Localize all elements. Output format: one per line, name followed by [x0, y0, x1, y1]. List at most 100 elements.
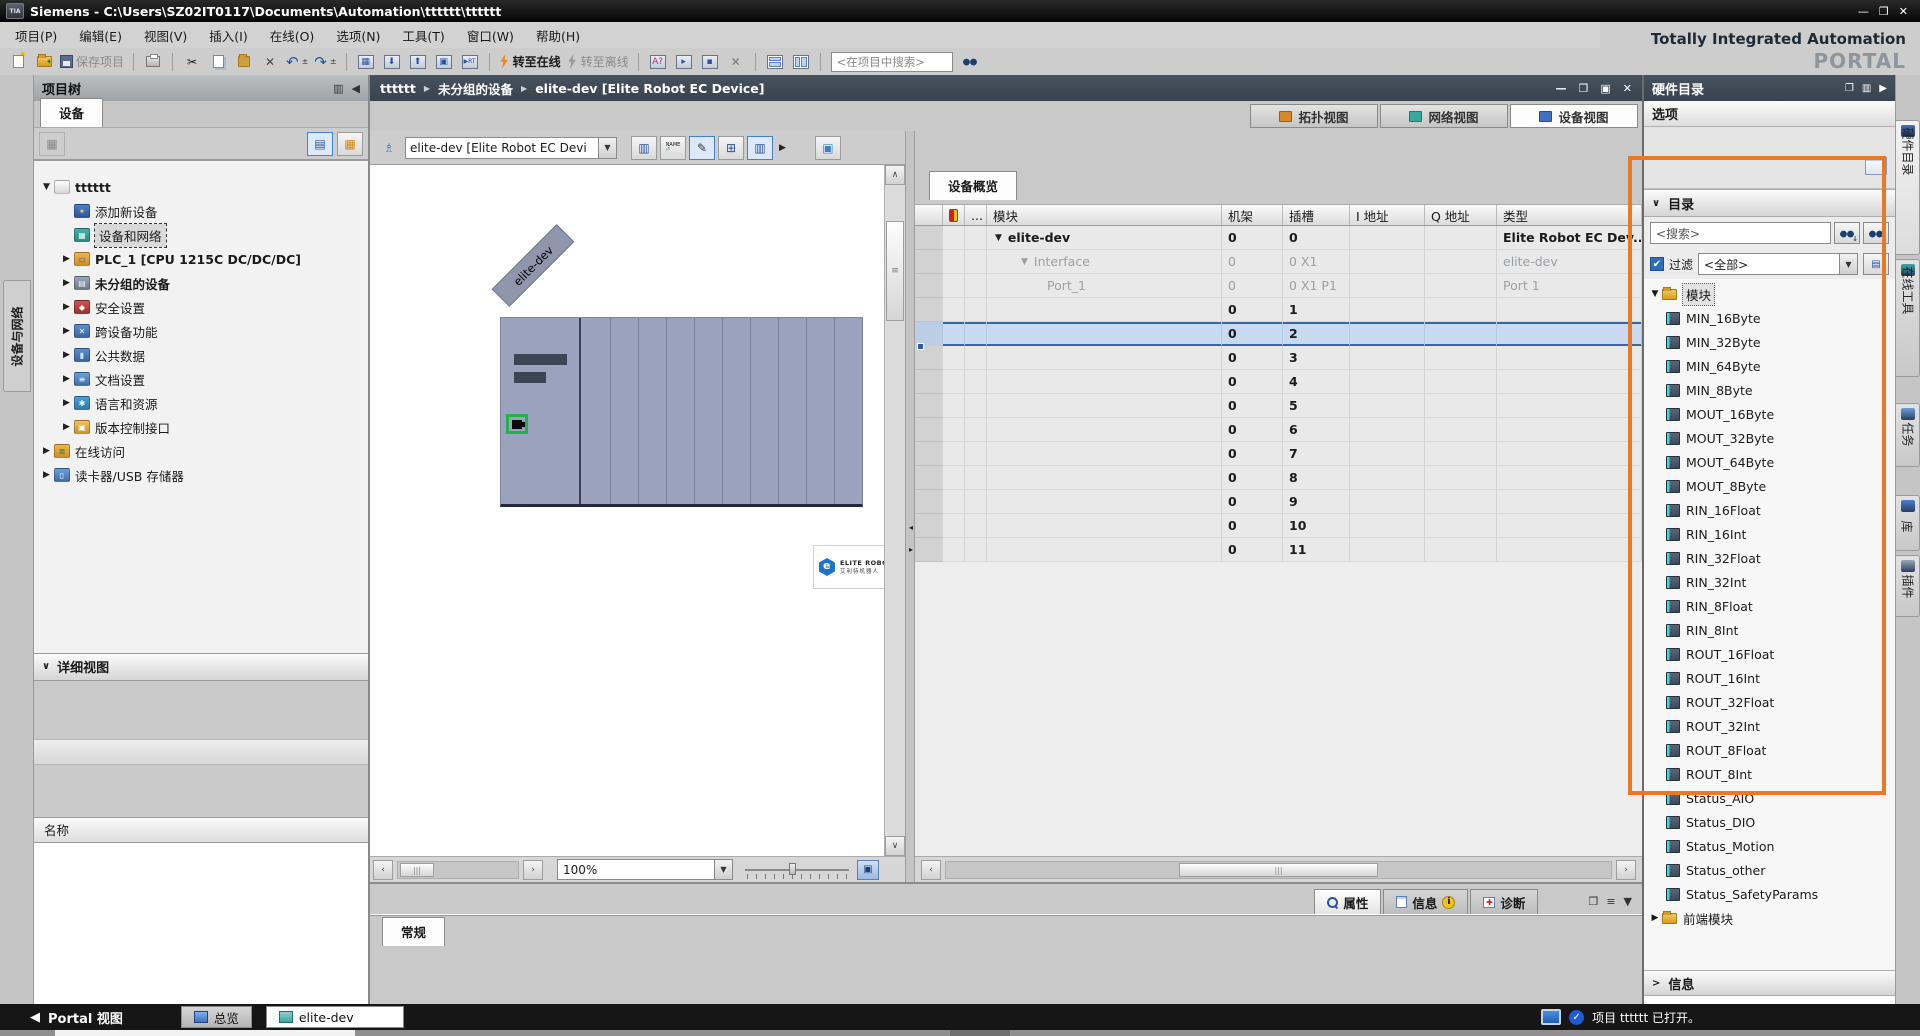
row-handle[interactable]	[915, 394, 943, 418]
fit-to-window-button[interactable]: ▣	[857, 860, 879, 880]
catalog-module-MOUT_8Byte[interactable]: MOUT_8Byte	[1644, 474, 1895, 498]
tab-network-view[interactable]: 网络视图	[1380, 104, 1508, 128]
splitter-collapse-left-icon[interactable]: ◂	[906, 523, 916, 532]
cross-reference-button[interactable]: ✕	[724, 51, 748, 73]
catalog-module-MIN_8Byte[interactable]: MIN_8Byte	[1644, 378, 1895, 402]
device-selector-arrow-icon[interactable]: ▼	[598, 138, 616, 158]
zoom-slider[interactable]	[745, 861, 849, 879]
snapshot-button[interactable]: ▣	[432, 51, 456, 73]
overview-taskbar-button[interactable]: 总览	[181, 1006, 252, 1028]
tree-item--usb-[interactable]: ▶▯读卡器/USB 存储器	[34, 463, 368, 487]
menu-item-7[interactable]: 窗口(W)	[456, 22, 525, 49]
device-name-tag[interactable]: elite-dev	[492, 224, 575, 307]
overview-row-slot-2[interactable]: 02	[915, 322, 1642, 346]
tree-item--[interactable]: ▶▣版本控制接口	[34, 415, 368, 439]
menu-item-8[interactable]: 帮助(H)	[525, 22, 591, 49]
project-search-input[interactable]: <在项目中搜索>	[831, 52, 953, 72]
overview-row-Interface[interactable]: ▼Interface00 X1elite-dev	[915, 250, 1642, 274]
tab-properties[interactable]: 属性	[1314, 889, 1381, 914]
catalog-module-ROUT_32Int[interactable]: ROUT_32Int	[1644, 714, 1895, 738]
vertical-scroll-thumb[interactable]: ≡	[886, 221, 904, 321]
go-online-button[interactable]: 转至在线	[497, 51, 563, 73]
catalog-module-MOUT_32Byte[interactable]: MOUT_32Byte	[1644, 426, 1895, 450]
catalog-module-Status_other[interactable]: Status_other	[1644, 858, 1895, 882]
overview-row-slot-6[interactable]: 06	[915, 418, 1642, 442]
detail-view-header[interactable]: ∨ 详细视图	[34, 653, 368, 681]
scroll-down-icon[interactable]: ∨	[885, 836, 905, 856]
right-tab-任务[interactable]: 任务	[1896, 403, 1920, 467]
canvas-horizontal-scrollbar[interactable]: |||	[397, 861, 519, 879]
right-tab-在线工具[interactable]: 在线工具	[1896, 259, 1920, 377]
tree-chevron-icon[interactable]: ▶	[60, 278, 73, 288]
inspector-layout-icon[interactable]: ≡	[1606, 895, 1615, 908]
menu-item-3[interactable]: 插入(I)	[198, 22, 258, 49]
window-close-button[interactable]: ✕	[1899, 5, 1908, 18]
search-project-button[interactable]	[958, 51, 982, 73]
search-down-button[interactable]: ↓	[1834, 222, 1860, 244]
tree-item--[interactable]: ▶✱语言和资源	[34, 391, 368, 415]
overview-horizontal-scrollbar[interactable]: |||	[945, 861, 1612, 879]
editor-float-button[interactable]: ❐	[1579, 82, 1589, 95]
overview-row-slot-7[interactable]: 07	[915, 442, 1642, 466]
tab-device-view[interactable]: 设备视图	[1510, 104, 1638, 128]
panel-columns-icon[interactable]: ▥	[333, 82, 343, 95]
filter-checkbox[interactable]: ✔	[1650, 257, 1664, 271]
splitter-collapse-right-icon[interactable]: ▸	[906, 545, 916, 554]
canvas-scroll-left-icon[interactable]: ‹	[373, 860, 393, 880]
breadcrumb-segment-0[interactable]: tttttt	[380, 81, 416, 96]
catalog-search-input[interactable]: <搜索>	[1650, 222, 1831, 244]
overview-scroll-right-icon[interactable]: ›	[1616, 860, 1636, 880]
breadcrumb-segment-1[interactable]: 未分组的设备	[438, 79, 513, 98]
show-grid-button[interactable]: ⊞	[718, 136, 744, 160]
row-handle[interactable]	[915, 274, 943, 298]
tab-devices-networks-vertical[interactable]: 设备与网络	[3, 280, 31, 392]
tree-chevron-icon[interactable]: ▶	[60, 374, 73, 384]
tree-item--[interactable]: ▦设备和网络	[34, 223, 368, 247]
print-button[interactable]	[141, 51, 165, 73]
catalog-folder-frontend-modules[interactable]: ▶前端模块	[1644, 906, 1895, 930]
portal-view-button[interactable]: ◀ Portal 视图	[30, 1008, 123, 1027]
right-tab-库[interactable]: 库	[1896, 495, 1920, 551]
tree-chevron-icon[interactable]: ▶	[60, 422, 73, 432]
catalog-collapse-icon[interactable]: ▶	[1879, 83, 1887, 94]
save-window-settings-button[interactable]: ▣	[815, 136, 841, 160]
catalog-module-RIN_8Int[interactable]: RIN_8Int	[1644, 618, 1895, 642]
open-project-button[interactable]	[32, 51, 56, 73]
tab-general[interactable]: 常规	[382, 917, 445, 946]
col-header-0[interactable]: 模块	[987, 205, 1222, 225]
delete-button[interactable]: ✕	[258, 51, 282, 73]
overview-row-slot-11[interactable]: 011	[915, 538, 1642, 562]
menu-item-2[interactable]: 视图(V)	[133, 22, 198, 49]
start-cpu-button[interactable]: ▸	[672, 51, 696, 73]
catalog-module-ROUT_8Int[interactable]: ROUT_8Int	[1644, 762, 1895, 786]
window-minimize-button[interactable]: —	[1858, 5, 1869, 18]
overview-row-slot-4[interactable]: 04	[915, 370, 1642, 394]
catalog-chevron-icon[interactable]: ▶	[1648, 913, 1662, 923]
redo-button[interactable]: ↷±	[312, 51, 338, 73]
col-header-3[interactable]: I 地址	[1350, 205, 1425, 225]
editor-minimize-button[interactable]: —	[1556, 82, 1567, 95]
scroll-up-icon[interactable]: ∧	[885, 165, 905, 185]
tab-info[interactable]: 信息i	[1383, 889, 1468, 914]
inspector-collapse-icon[interactable]: ▼	[1624, 895, 1632, 908]
device-canvas[interactable]: elite-dev ELITE ROBOT 艾利特机器人	[370, 165, 905, 856]
overview-row-slot-9[interactable]: 09	[915, 490, 1642, 514]
overview-row-slot-1[interactable]: 01	[915, 298, 1642, 322]
tree-item--[interactable]: ▶▤未分组的设备	[34, 271, 368, 295]
stop-cpu-button[interactable]: ▪	[698, 51, 722, 73]
row-handle[interactable]	[915, 538, 943, 562]
catalog-float-icon[interactable]: ❐	[1845, 83, 1854, 94]
device-graphic[interactable]: ELITE ROBOT 艾利特机器人	[500, 317, 863, 507]
filter-dropdown-arrow-icon[interactable]: ▼	[1839, 254, 1857, 274]
selection-drag-handle[interactable]	[917, 343, 924, 350]
col-header-2[interactable]: 插槽	[1283, 205, 1350, 225]
cut-button[interactable]: ✂	[180, 51, 204, 73]
overview-row-slot-8[interactable]: 08	[915, 466, 1642, 490]
row-handle[interactable]	[915, 514, 943, 538]
filter-profile-dropdown[interactable]: <全部> ▼	[1698, 253, 1858, 275]
editor-close-button[interactable]: ✕	[1623, 82, 1632, 95]
goto-network-button[interactable]: ▦	[337, 132, 363, 156]
zoom-level-dropdown[interactable]: 100% ▼	[557, 859, 733, 880]
canvas-scroll-right-icon[interactable]: ›	[523, 860, 543, 880]
tab-topology-view[interactable]: 拓扑视图	[1250, 104, 1378, 128]
